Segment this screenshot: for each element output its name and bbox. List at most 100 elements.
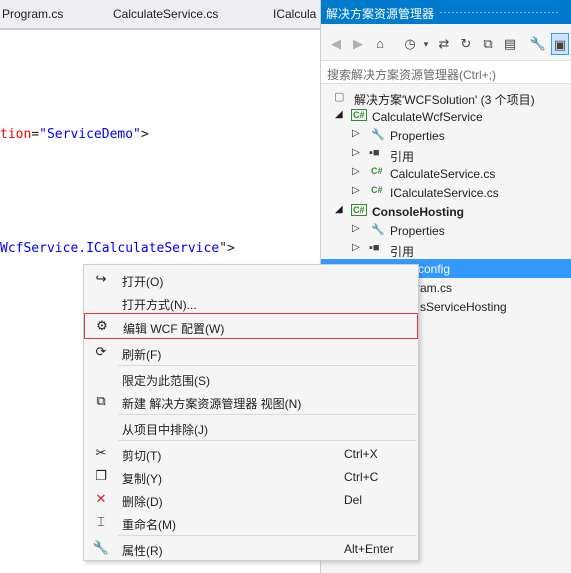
sync-icon[interactable]: ⇄ (435, 33, 453, 55)
expanded-arrow-icon[interactable]: ◢ (335, 109, 343, 120)
menu-item-label: 新建 解决方案资源管理器 视图(N) (122, 397, 302, 411)
panel-title: 解决方案资源管理器 (326, 7, 435, 21)
tree-item-label: Properties (390, 129, 445, 143)
properties-icon[interactable]: 🔧 (529, 33, 547, 55)
references-icon: ▪■ (369, 147, 380, 159)
menu-item-label: 限定为此范围(S) (122, 374, 210, 388)
tab-calculateservice-cs[interactable]: CalculateService.cs (113, 0, 218, 28)
solution-icon: ▢ (334, 91, 345, 103)
collapse-all-icon[interactable]: ⧉ (479, 33, 497, 55)
document-tab-bar: Program.cs CalculateService.cs ICalcula (0, 0, 320, 30)
solution-explorer-toolbar: ◀ ▶ ⌂ ◷ ▾ ⇄ ↻ ⧉ ▤ 🔧 ▣ (321, 33, 571, 57)
menu-item-label: 复制(Y) (122, 472, 162, 486)
tree-item-solution[interactable]: ▢ 解决方案'WCFSolution' (3 个项目) (321, 88, 571, 107)
tree-item-calculatewcfservice[interactable]: ◢ C# CalculateWcfService (321, 107, 571, 126)
search-box[interactable]: 搜索解决方案资源管理器(Ctrl+;) (321, 60, 571, 84)
rename-icon: ⌶ (97, 514, 105, 529)
menu-item-edit-wcf-config[interactable]: ⚙ 编辑 WCF 配置(W) (84, 313, 418, 339)
menu-item-label: 重命名(M) (122, 518, 176, 532)
menu-item-label: 刷新(F) (122, 348, 162, 362)
tab-program-cs[interactable]: Program.cs (2, 0, 63, 28)
wrench-icon: 🔧 (371, 129, 385, 141)
tree-item-label: sServiceHosting (420, 300, 507, 314)
csharp-file-icon: C# (371, 185, 383, 195)
references-icon: ▪■ (369, 242, 380, 254)
csharp-project-icon: C# (351, 204, 367, 216)
menu-separator (118, 440, 416, 441)
tree-item-label: 引用 (390, 150, 415, 164)
menu-item-copy[interactable]: ❐ 复制(Y) Ctrl+C (84, 465, 418, 488)
collapsed-arrow-icon[interactable]: ▷ (352, 185, 360, 196)
menu-item-scope-to-this[interactable]: 限定为此范围(S) (84, 367, 418, 390)
menu-item-shortcut: Alt+Enter (344, 542, 394, 556)
tree-item-label: CalculateService.cs (390, 167, 496, 181)
tree-item-label: ram.cs (416, 281, 452, 295)
chevron-down-icon[interactable]: ▾ (417, 33, 435, 55)
code-tag-end: > (140, 127, 149, 142)
menu-item-exclude-from-project[interactable]: 从项目中排除(J) (84, 416, 418, 439)
code-string: "ServiceDemo" (39, 127, 141, 142)
code-attribute: tion (0, 127, 32, 142)
code-equals: = (31, 127, 40, 142)
cut-icon: ✂ (95, 445, 107, 460)
menu-item-properties[interactable]: 🔧 属性(R) Alt+Enter (84, 537, 418, 560)
wcf-config-icon: ⚙ (96, 318, 108, 333)
properties-icon: 🔧 (92, 540, 110, 555)
tree-item-references[interactable]: ▷ ▪■ 引用 (321, 145, 571, 164)
forward-icon[interactable]: ▶ (349, 33, 367, 55)
wrench-icon: 🔧 (371, 224, 385, 236)
menu-separator (118, 535, 416, 536)
menu-item-label: 打开(O) (122, 275, 164, 289)
expanded-arrow-icon[interactable]: ◢ (335, 204, 343, 215)
context-menu: ↪ 打开(O) 打开方式(N)... ⚙ 编辑 WCF 配置(W) ⟳ 刷新(F… (83, 264, 419, 561)
tree-item-calculateservice-cs[interactable]: ▷ C# CalculateService.cs (321, 164, 571, 183)
menu-item-delete[interactable]: ✕ 删除(D) Del (84, 488, 418, 511)
menu-separator (118, 414, 416, 415)
drag-grip[interactable] (439, 11, 559, 14)
collapsed-arrow-icon[interactable]: ▷ (352, 242, 360, 253)
collapsed-arrow-icon[interactable]: ▷ (352, 223, 360, 234)
collapsed-arrow-icon[interactable]: ▷ (352, 166, 360, 177)
refresh-icon: ⟳ (95, 344, 107, 359)
code-tag-end: "> (219, 241, 235, 256)
code-line-service-name: tion="ServiceDemo"> (0, 127, 149, 142)
home-icon[interactable]: ⌂ (371, 33, 389, 55)
tree-item-references-2[interactable]: ▷ ▪■ 引用 (321, 240, 571, 259)
preview-icon[interactable]: ▣ (551, 33, 569, 55)
code-line-contract: WcfService.ICalculateService"> (0, 241, 235, 256)
show-all-files-icon[interactable]: ▤ (501, 33, 519, 55)
collapsed-arrow-icon[interactable]: ▷ (352, 147, 360, 158)
menu-item-shortcut: Del (344, 493, 363, 507)
copy-icon: ❐ (95, 468, 107, 483)
tree-item-properties-2[interactable]: ▷ 🔧 Properties (321, 221, 571, 240)
refresh-icon[interactable]: ↻ (457, 33, 475, 55)
tree-item-label: Properties (390, 224, 445, 238)
menu-item-label: 从项目中排除(J) (122, 423, 208, 437)
tree-item-label: CalculateWcfService (372, 110, 483, 124)
collapsed-arrow-icon[interactable]: ▷ (352, 128, 360, 139)
new-view-icon: ⧉ (96, 393, 106, 408)
delete-icon: ✕ (95, 491, 107, 506)
menu-item-shortcut: Ctrl+C (344, 470, 379, 484)
tree-item-properties[interactable]: ▷ 🔧 Properties (321, 126, 571, 145)
tree-item-icalculateservice-cs[interactable]: ▷ C# ICalculateService.cs (321, 183, 571, 202)
tree-item-label: 引用 (390, 245, 415, 259)
menu-item-open[interactable]: ↪ 打开(O) (84, 268, 418, 291)
tree-item-consolehosting[interactable]: ◢ C# ConsoleHosting (321, 202, 571, 221)
tab-icalculateservice-cs[interactable]: ICalcula (273, 0, 316, 28)
menu-item-label: 编辑 WCF 配置(W) (123, 322, 225, 336)
menu-item-cut[interactable]: ✂ 剪切(T) Ctrl+X (84, 442, 418, 465)
back-icon[interactable]: ◀ (327, 33, 345, 55)
menu-item-refresh[interactable]: ⟳ 刷新(F) (84, 341, 418, 364)
menu-item-shortcut: Ctrl+X (344, 447, 378, 461)
csharp-project-icon: C# (351, 109, 367, 121)
menu-item-rename[interactable]: ⌶ 重命名(M) (84, 511, 418, 534)
menu-item-new-view[interactable]: ⧉ 新建 解决方案资源管理器 视图(N) (84, 390, 418, 413)
solution-explorer-titlebar: 解决方案资源管理器 (321, 0, 571, 24)
tree-item-label: ConsoleHosting (372, 205, 464, 219)
menu-item-label: 剪切(T) (122, 449, 162, 463)
menu-item-label: 删除(D) (122, 495, 163, 509)
csharp-file-icon: C# (371, 166, 383, 176)
menu-item-label: 属性(R) (122, 544, 163, 558)
menu-item-open-with[interactable]: 打开方式(N)... (84, 291, 418, 314)
